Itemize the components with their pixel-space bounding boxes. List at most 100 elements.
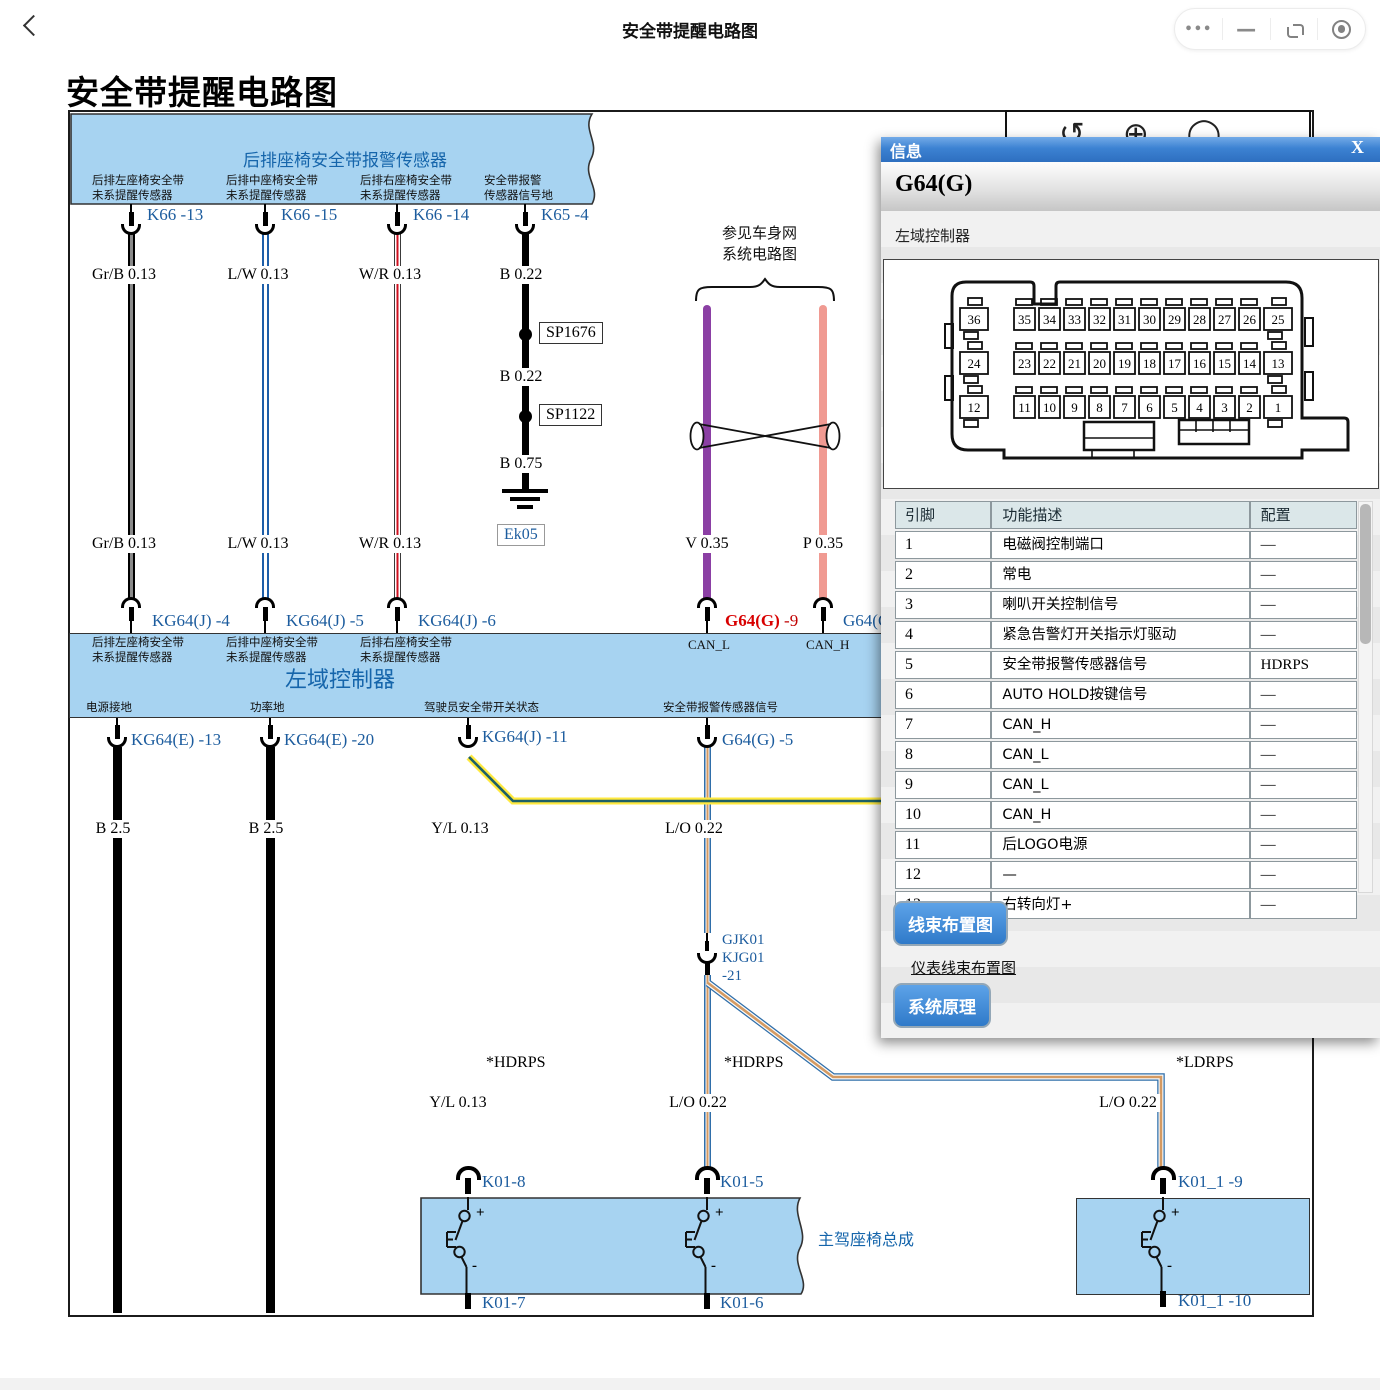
popup-connector-header: G64(G): [881, 162, 1380, 211]
pin-label[interactable]: K65 -4: [541, 205, 589, 225]
pin-bar: [465, 1178, 471, 1194]
pin-label[interactable]: KG64(E) -13: [131, 730, 221, 750]
pin-label[interactable]: KG64(E) -20: [284, 730, 374, 750]
svg-text:6: 6: [1146, 400, 1153, 415]
table-scrollbar-thumb[interactable]: [1360, 504, 1371, 644]
pin-bar: [1160, 1291, 1166, 1307]
more-icon: •••: [1184, 22, 1212, 37]
table-cell: —: [1250, 891, 1357, 919]
pin-label-red[interactable]: G64(G) -9: [725, 611, 798, 631]
pin-label[interactable]: K01_1 -10: [1178, 1291, 1251, 1311]
table-cell: 11: [895, 831, 991, 859]
ground-ref[interactable]: Ek05: [497, 524, 545, 546]
close-icon[interactable]: X: [1351, 137, 1364, 158]
sensor-label: 安全带报警传感器信号地: [484, 174, 553, 204]
pin-label[interactable]: K66 -14: [413, 205, 469, 225]
connector-name: G64(G): [895, 171, 972, 198]
pin-label[interactable]: K01-7: [482, 1293, 525, 1313]
svg-text:10: 10: [1043, 400, 1056, 415]
wire-label: L/O 0.22: [666, 1094, 730, 1112]
table-cell: —: [991, 861, 1249, 889]
pin-label[interactable]: KG64(J) -6: [418, 611, 496, 631]
pin-label[interactable]: K66 -13: [147, 205, 203, 225]
table-cell: —: [1250, 681, 1357, 709]
table-row: 3喇叭开关控制信号—: [895, 591, 1357, 619]
pin-stub: [396, 620, 398, 633]
pin-bar: [263, 607, 268, 621]
pin-bar: [705, 941, 709, 951]
restore-button[interactable]: [1271, 9, 1318, 49]
pin-label[interactable]: KG64(J) -4: [152, 611, 230, 631]
connector-drawing: 3534333231302928272623222120191817161514…: [934, 272, 1358, 472]
pin-label[interactable]: KG64(J) -11: [482, 727, 568, 747]
pin-label[interactable]: K01_1 -9: [1178, 1172, 1243, 1192]
pin-bar: [129, 607, 134, 621]
system-principle-button[interactable]: 系统原理: [893, 983, 991, 1028]
svg-text:26: 26: [1243, 312, 1257, 327]
option-tag: *LDRPS: [1176, 1054, 1234, 1072]
table-cell: —: [1250, 771, 1357, 799]
table-cell: —: [1250, 561, 1357, 589]
table-cell: 6: [895, 681, 991, 709]
pin-bar: [1160, 1178, 1166, 1194]
svg-text:23: 23: [1018, 356, 1031, 371]
popup-titlebar[interactable]: 信息 X: [881, 137, 1380, 162]
window-capsule: ••• —: [1174, 8, 1366, 50]
wire-label: L/W 0.13: [224, 535, 291, 553]
page-title: 安全带提醒电路图: [66, 66, 338, 114]
splice-ref[interactable]: SP1122: [539, 404, 602, 426]
sensor-label: 后排中座椅安全带未系提醒传感器: [226, 174, 318, 204]
switch-plus: +: [715, 1205, 724, 1222]
table-cell: 后LOGO电源: [991, 831, 1249, 859]
pin-bar: [821, 607, 826, 621]
table-row: 8CAN_L—: [895, 741, 1357, 769]
more-button[interactable]: •••: [1175, 9, 1222, 49]
inline-connector-label[interactable]: KJG01: [722, 950, 765, 967]
harness-layout-button[interactable]: 线束布置图: [893, 901, 1008, 946]
port-label: 功率地: [250, 701, 285, 716]
close-capsule-button[interactable]: [1318, 9, 1365, 49]
pin-label[interactable]: K01-6: [720, 1293, 763, 1313]
pin-label[interactable]: KG64(J) -5: [286, 611, 364, 631]
can-h-label: CAN_H: [806, 637, 849, 654]
table-row: 5安全带报警传感器信号HDRPS: [895, 651, 1357, 679]
seat-band-label: 主驾座椅总成: [818, 1226, 914, 1250]
svg-text:15: 15: [1218, 356, 1231, 371]
svg-text:24: 24: [968, 356, 982, 371]
splice-dot: [519, 410, 532, 423]
pin-bar: [395, 607, 400, 621]
svg-text:2: 2: [1246, 400, 1253, 415]
inline-connector-label[interactable]: GJK01: [722, 932, 765, 949]
pin-label[interactable]: K01-8: [482, 1172, 525, 1192]
svg-text:4: 4: [1196, 400, 1203, 415]
table-cell: 喇叭开关控制信号: [991, 591, 1249, 619]
table-cell: —: [1250, 801, 1357, 829]
svg-text:19: 19: [1118, 356, 1131, 371]
pin-label[interactable]: G64(G) -5: [722, 730, 793, 750]
svg-text:9: 9: [1071, 400, 1078, 415]
svg-text:29: 29: [1168, 312, 1181, 327]
minimize-button[interactable]: —: [1223, 9, 1270, 49]
wire-label: B 2.5: [246, 820, 287, 838]
instrument-harness-link[interactable]: 仪表线束布置图: [911, 957, 1016, 978]
restore-icon: [1287, 22, 1301, 36]
splice-dot: [519, 328, 532, 341]
connector-figure-box: 3534333231302928272623222120191817161514…: [883, 259, 1379, 489]
table-cell: —: [1250, 531, 1357, 559]
app-title: 安全带提醒电路图: [0, 17, 1380, 42]
table-cell: 常电: [991, 561, 1249, 589]
switch-plus: +: [1171, 1205, 1180, 1222]
ground-icon: [510, 497, 540, 501]
table-header-cell: 功能描述: [991, 501, 1249, 529]
wire-can-h: [819, 305, 827, 598]
svg-text:5: 5: [1171, 400, 1178, 415]
splice-ref[interactable]: SP1676: [539, 322, 603, 344]
option-tag: *HDRPS: [486, 1054, 546, 1072]
table-cell: 9: [895, 771, 991, 799]
pin-label[interactable]: K66 -15: [281, 205, 337, 225]
svg-text:21: 21: [1068, 356, 1081, 371]
table-cell: —: [1250, 711, 1357, 739]
wire-label: Y/L 0.13: [426, 1094, 489, 1112]
pin-label[interactable]: K01-5: [720, 1172, 763, 1192]
pin-stub: [706, 620, 708, 633]
